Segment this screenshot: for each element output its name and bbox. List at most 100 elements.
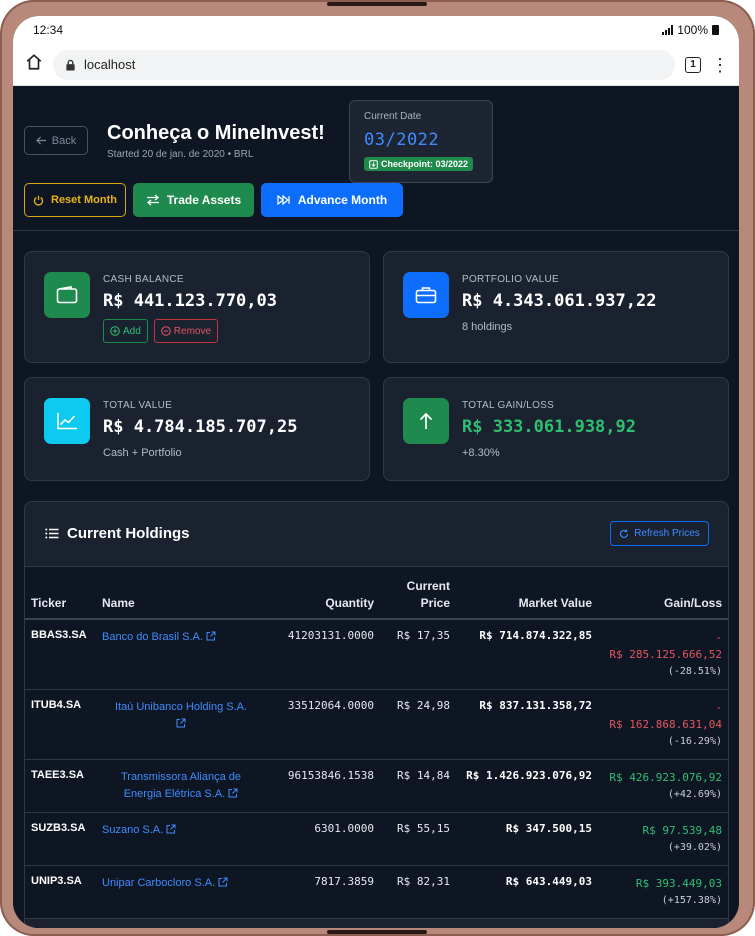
table-row: UNIP3.SA Unipar Carbocloro S.A. 7817.385… — [25, 865, 728, 919]
reset-month-label: Reset Month — [51, 194, 117, 206]
add-cash-button[interactable]: Add — [103, 319, 148, 343]
row-name: Unipar Carbocloro S.A. — [96, 865, 266, 919]
battery-icon — [712, 25, 719, 35]
gain-sign: - — [715, 631, 722, 644]
page-subtitle: Started 20 de jan. de 2020 • BRL — [107, 149, 254, 160]
col-quantity[interactable]: Quantity — [266, 567, 380, 620]
hinge-top — [327, 2, 427, 6]
list-icon — [45, 528, 59, 539]
row-name: Banco do Brasil S.A. — [96, 619, 266, 690]
holdings-table: Ticker Name Quantity Current Price Marke… — [25, 567, 728, 919]
device-screen: 12:34 100% localhost 1 ⋮ Back Conheça o … — [13, 16, 739, 928]
col-market-value[interactable]: Market Value — [456, 567, 598, 620]
advance-month-label: Advance Month — [297, 193, 388, 207]
refresh-prices-button[interactable]: Refresh Prices — [610, 521, 709, 546]
browser-toolbar: localhost 1 ⋮ — [13, 44, 739, 86]
total-value-card: TOTAL VALUE R$ 4.784.185.707,25 Cash + P… — [24, 377, 370, 481]
external-link-icon — [166, 824, 176, 834]
row-ticker: UNIP3.SA — [25, 865, 96, 919]
gain-value: R$ 162.868.631,04 — [609, 718, 722, 731]
status-right: 100% — [662, 23, 719, 37]
gain-value: R$ 393.449,03 — [635, 877, 722, 890]
company-link[interactable]: Banco do Brasil S.A. — [102, 631, 216, 643]
external-link-icon — [176, 718, 186, 728]
briefcase-icon — [403, 272, 449, 318]
lock-icon — [66, 59, 75, 70]
external-link-icon — [206, 631, 216, 641]
cash-balance-label: CASH BALANCE — [103, 274, 184, 285]
advance-month-button[interactable]: Advance Month — [261, 183, 403, 217]
remove-cash-button[interactable]: Remove — [153, 319, 219, 343]
gain-value: R$ 97.539,48 — [642, 824, 722, 837]
total-gain-loss-card: TOTAL GAIN/LOSS R$ 333.061.938,92 +8.30% — [383, 377, 729, 481]
save-icon — [369, 159, 378, 169]
row-price: R$ 82,31 — [380, 865, 456, 919]
row-quantity: 33512064.0000 — [266, 689, 380, 760]
col-name[interactable]: Name — [96, 567, 266, 620]
company-link[interactable]: Suzano S.A. — [102, 824, 176, 836]
total-gain-loss-label: TOTAL GAIN/LOSS — [462, 400, 555, 411]
gain-value: R$ 426.923.076,92 — [609, 771, 722, 784]
col-ticker[interactable]: Ticker — [25, 567, 96, 620]
row-price: R$ 24,98 — [380, 689, 456, 760]
status-time: 12:34 — [33, 23, 64, 37]
portfolio-value-label: PORTFOLIO VALUE — [462, 274, 559, 285]
chart-line-icon — [44, 398, 90, 444]
current-date-value: 03/2022 — [364, 130, 440, 150]
row-quantity: 7817.3859 — [266, 865, 380, 919]
total-value-sub: Cash + Portfolio — [103, 447, 182, 459]
row-price: R$ 17,35 — [380, 619, 456, 690]
current-date-card: Current Date 03/2022 Checkpoint: 03/2022 — [349, 100, 493, 183]
tab-switcher-button[interactable]: 1 — [685, 56, 701, 73]
company-name: Suzano S.A. — [102, 824, 164, 836]
add-cash-label: Add — [123, 325, 141, 337]
row-market-value: R$ 643.449,03 — [456, 865, 598, 919]
col-current-price-line2: Price — [420, 596, 450, 610]
holdings-title: Current Holdings — [45, 525, 190, 542]
col-gain-loss[interactable]: Gain/Loss — [598, 567, 728, 620]
cash-balance-card: CASH BALANCE R$ 441.123.770,03 Add Remov… — [24, 251, 370, 363]
refresh-icon — [620, 529, 629, 538]
checkpoint-badge: Checkpoint: 03/2022 — [364, 157, 474, 171]
trade-assets-button[interactable]: Trade Assets — [133, 183, 254, 217]
battery-percent: 100% — [677, 23, 708, 37]
holdings-header-row: Ticker Name Quantity Current Price Marke… — [25, 567, 728, 620]
table-row: SUZB3.SA Suzano S.A. 6301.0000 R$ 55,15 … — [25, 812, 728, 866]
hinge-bottom — [327, 930, 427, 934]
url-text: localhost — [84, 57, 136, 72]
address-bar[interactable]: localhost — [53, 49, 675, 80]
gain-percent: (+157.38%) — [661, 895, 722, 906]
external-link-icon — [218, 877, 228, 887]
company-link[interactable]: Transmissora Aliança de Energia Elétrica… — [121, 771, 241, 800]
company-link[interactable]: Itaú Unibanco Holding S.A. — [115, 701, 247, 730]
total-gain-loss-percent: +8.30% — [462, 447, 500, 459]
remove-cash-label: Remove — [173, 325, 212, 337]
back-button[interactable]: Back — [24, 126, 88, 155]
row-market-value: R$ 714.874.322,85 — [456, 619, 598, 690]
gain-percent: (-28.51%) — [667, 666, 722, 677]
row-name: Transmissora Aliança de Energia Elétrica… — [96, 759, 266, 813]
holdings-count: 8 holdings — [462, 321, 513, 333]
col-current-price[interactable]: Current Price — [380, 567, 456, 620]
wallet-icon — [44, 272, 90, 318]
current-holdings-panel: Current Holdings Refresh Prices Ticker N… — [24, 501, 729, 928]
company-link[interactable]: Unipar Carbocloro S.A. — [102, 877, 228, 889]
page-title: Conheça o MineInvest! — [107, 122, 325, 144]
row-gain-loss: - R$ 162.868.631,04 (-16.29%) — [598, 689, 728, 760]
portfolio-value-value: R$ 4.343.061.937,22 — [462, 291, 657, 311]
home-icon[interactable] — [25, 53, 43, 76]
minus-circle-icon — [160, 326, 171, 336]
back-label: Back — [51, 134, 77, 147]
reset-month-button[interactable]: Reset Month — [24, 183, 126, 217]
total-value-label: TOTAL VALUE — [103, 400, 173, 411]
total-gain-loss-value: R$ 333.061.938,92 — [462, 417, 636, 437]
row-ticker: SUZB3.SA — [25, 812, 96, 866]
fast-forward-icon — [277, 195, 290, 205]
table-row: ITUB4.SA Itaú Unibanco Holding S.A. 3351… — [25, 689, 728, 760]
gain-percent: (+42.69%) — [667, 789, 722, 800]
more-menu-icon[interactable]: ⋮ — [711, 56, 729, 74]
gain-percent: (+39.02%) — [667, 842, 722, 853]
arrow-left-icon — [35, 136, 46, 145]
row-quantity: 41203131.0000 — [266, 619, 380, 690]
gain-value: R$ 285.125.666,52 — [609, 648, 722, 661]
